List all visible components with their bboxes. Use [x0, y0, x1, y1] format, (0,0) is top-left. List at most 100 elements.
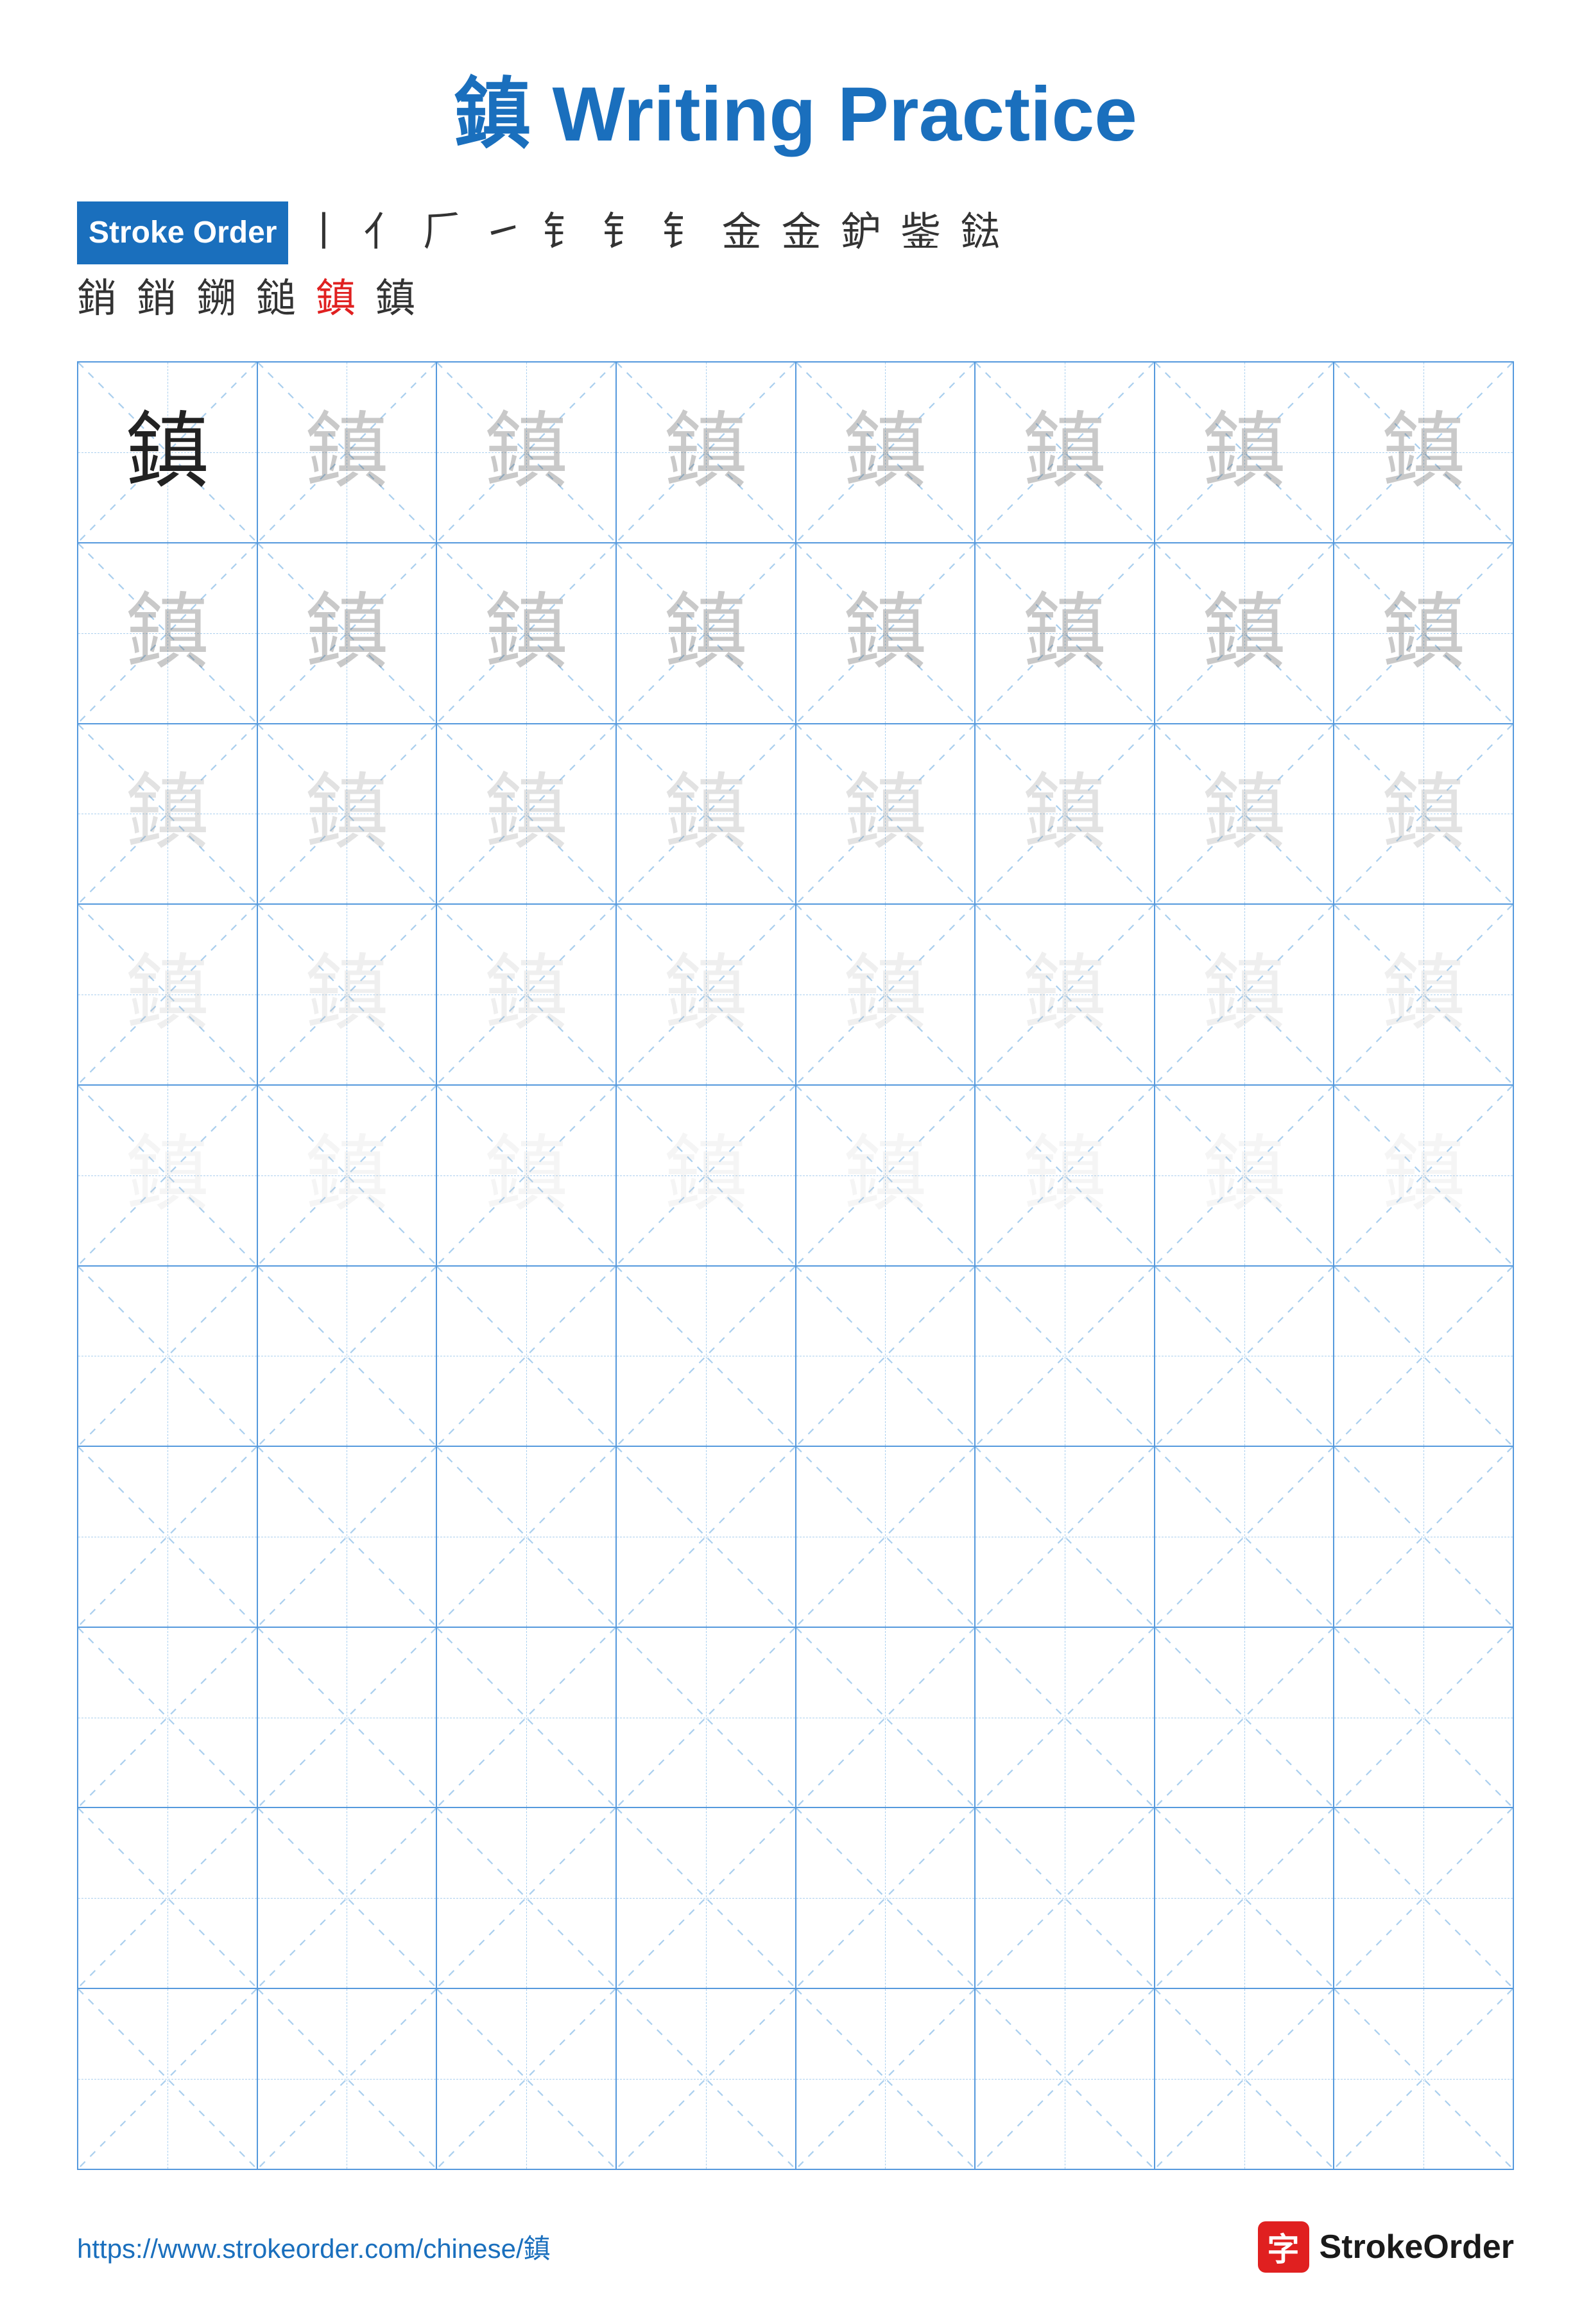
grid-cell[interactable]	[617, 1808, 796, 1988]
grid-cell[interactable]: 鎮	[796, 363, 976, 542]
practice-char: 鎮	[485, 1134, 568, 1217]
grid-cell[interactable]: 鎮	[78, 724, 258, 904]
grid-cell[interactable]: 鎮	[796, 905, 976, 1084]
grid-cell[interactable]	[1155, 1267, 1335, 1446]
practice-char: 鎮	[305, 592, 388, 675]
grid-cell[interactable]: 鎮	[617, 363, 796, 542]
grid-cell[interactable]: 鎮	[617, 905, 796, 1084]
footer: https://www.strokeorder.com/chinese/鎮 字 …	[77, 2209, 1514, 2273]
grid-cell[interactable]: 鎮	[437, 905, 617, 1084]
grid-cell[interactable]: 鎮	[78, 1086, 258, 1265]
grid-cell[interactable]: 鎮	[976, 905, 1155, 1084]
grid-cell[interactable]	[258, 1808, 438, 1988]
grid-cell[interactable]	[1155, 1808, 1335, 1988]
grid-cell[interactable]: 鎮	[617, 543, 796, 723]
grid-cell[interactable]: 鎮	[258, 363, 438, 542]
grid-cell[interactable]	[796, 1808, 976, 1988]
grid-cell[interactable]: 鎮	[78, 363, 258, 542]
practice-char: 鎮	[1203, 772, 1286, 855]
grid-cell[interactable]: 鎮	[1155, 363, 1335, 542]
footer-url[interactable]: https://www.strokeorder.com/chinese/鎮	[77, 2227, 551, 2266]
practice-char: 鎮	[1382, 772, 1465, 855]
grid-cell[interactable]	[1334, 1989, 1513, 2169]
practice-char: 鎮	[305, 1134, 388, 1217]
practice-char: 鎮	[1023, 411, 1106, 494]
grid-cell[interactable]: 鎮	[258, 905, 438, 1084]
grid-cell[interactable]	[796, 1628, 976, 1807]
grid-cell[interactable]	[78, 1447, 258, 1627]
grid-cell[interactable]: 鎮	[437, 724, 617, 904]
grid-cell[interactable]	[1334, 1267, 1513, 1446]
grid-cell[interactable]: 鎮	[976, 724, 1155, 904]
grid-row: 鎮鎮鎮鎮鎮鎮鎮鎮	[78, 905, 1513, 1086]
grid-cell[interactable]: 鎮	[1334, 363, 1513, 542]
grid-cell[interactable]	[78, 1267, 258, 1446]
grid-row	[78, 1447, 1513, 1628]
grid-cell[interactable]: 鎮	[976, 363, 1155, 542]
grid-cell[interactable]	[437, 1628, 617, 1807]
grid-cell[interactable]	[78, 1989, 258, 2169]
grid-cell[interactable]: 鎮	[976, 1086, 1155, 1265]
grid-cell[interactable]	[258, 1267, 438, 1446]
grid-cell[interactable]	[437, 1808, 617, 1988]
grid-cell[interactable]: 鎮	[1334, 724, 1513, 904]
grid-cell[interactable]	[1155, 1628, 1335, 1807]
grid-cell[interactable]	[437, 1447, 617, 1627]
grid-cell[interactable]	[258, 1628, 438, 1807]
grid-cell[interactable]: 鎮	[258, 724, 438, 904]
grid-cell[interactable]	[796, 1989, 976, 2169]
grid-cell[interactable]: 鎮	[1155, 905, 1335, 1084]
footer-logo: 字 StrokeOrder	[1258, 2221, 1514, 2273]
grid-cell[interactable]	[1155, 1447, 1335, 1627]
grid-cell[interactable]	[1155, 1989, 1335, 2169]
grid-cell[interactable]: 鎮	[976, 543, 1155, 723]
practice-char: 鎮	[664, 1134, 748, 1217]
grid-cell[interactable]	[1334, 1447, 1513, 1627]
grid-cell[interactable]: 鎮	[437, 363, 617, 542]
grid-cell[interactable]	[796, 1267, 976, 1446]
grid-cell[interactable]: 鎮	[1334, 905, 1513, 1084]
practice-char: 鎮	[1382, 411, 1465, 494]
grid-cell[interactable]: 鎮	[78, 543, 258, 723]
grid-cell[interactable]: 鎮	[796, 1086, 976, 1265]
grid-cell[interactable]	[617, 1989, 796, 2169]
writing-grid: 鎮鎮鎮鎮鎮鎮鎮鎮鎮鎮鎮鎮鎮鎮鎮鎮鎮鎮鎮鎮鎮鎮鎮鎮鎮鎮鎮鎮鎮鎮鎮鎮鎮鎮鎮鎮鎮鎮鎮鎮	[77, 361, 1514, 2169]
practice-char: 鎮	[1023, 1134, 1106, 1217]
grid-cell[interactable]: 鎮	[796, 724, 976, 904]
grid-cell[interactable]	[1334, 1808, 1513, 1988]
grid-cell[interactable]: 鎮	[796, 543, 976, 723]
grid-cell[interactable]	[976, 1808, 1155, 1988]
grid-cell[interactable]	[796, 1447, 976, 1627]
grid-cell[interactable]	[258, 1447, 438, 1627]
grid-cell[interactable]	[437, 1267, 617, 1446]
practice-char: 鎮	[1023, 953, 1106, 1036]
grid-cell[interactable]	[617, 1447, 796, 1627]
grid-cell[interactable]	[976, 1447, 1155, 1627]
grid-cell[interactable]: 鎮	[617, 724, 796, 904]
grid-cell[interactable]: 鎮	[258, 1086, 438, 1265]
stroke-order-section: Stroke Order 丨 亻 𠂆 ㇀ 钅 钅 钅 金 金 鈩 鈭 鍅 銷 銷…	[77, 201, 1514, 329]
practice-char: 鎮	[126, 953, 209, 1036]
grid-cell[interactable]: 鎮	[1155, 543, 1335, 723]
grid-cell[interactable]: 鎮	[1334, 543, 1513, 723]
grid-cell[interactable]	[78, 1628, 258, 1807]
grid-cell[interactable]: 鎮	[1155, 724, 1335, 904]
grid-cell[interactable]	[617, 1628, 796, 1807]
practice-char: 鎮	[843, 411, 927, 494]
grid-cell[interactable]	[976, 1267, 1155, 1446]
grid-cell[interactable]	[437, 1989, 617, 2169]
grid-cell[interactable]: 鎮	[1155, 1086, 1335, 1265]
grid-cell[interactable]	[976, 1628, 1155, 1807]
practice-char: 鎮	[305, 953, 388, 1036]
grid-cell[interactable]	[1334, 1628, 1513, 1807]
grid-cell[interactable]	[617, 1267, 796, 1446]
grid-cell[interactable]: 鎮	[437, 1086, 617, 1265]
grid-cell[interactable]: 鎮	[437, 543, 617, 723]
grid-cell[interactable]: 鎮	[1334, 1086, 1513, 1265]
grid-cell[interactable]: 鎮	[617, 1086, 796, 1265]
grid-cell[interactable]	[976, 1989, 1155, 2169]
grid-cell[interactable]: 鎮	[258, 543, 438, 723]
grid-cell[interactable]: 鎮	[78, 905, 258, 1084]
grid-cell[interactable]	[78, 1808, 258, 1988]
grid-cell[interactable]	[258, 1989, 438, 2169]
